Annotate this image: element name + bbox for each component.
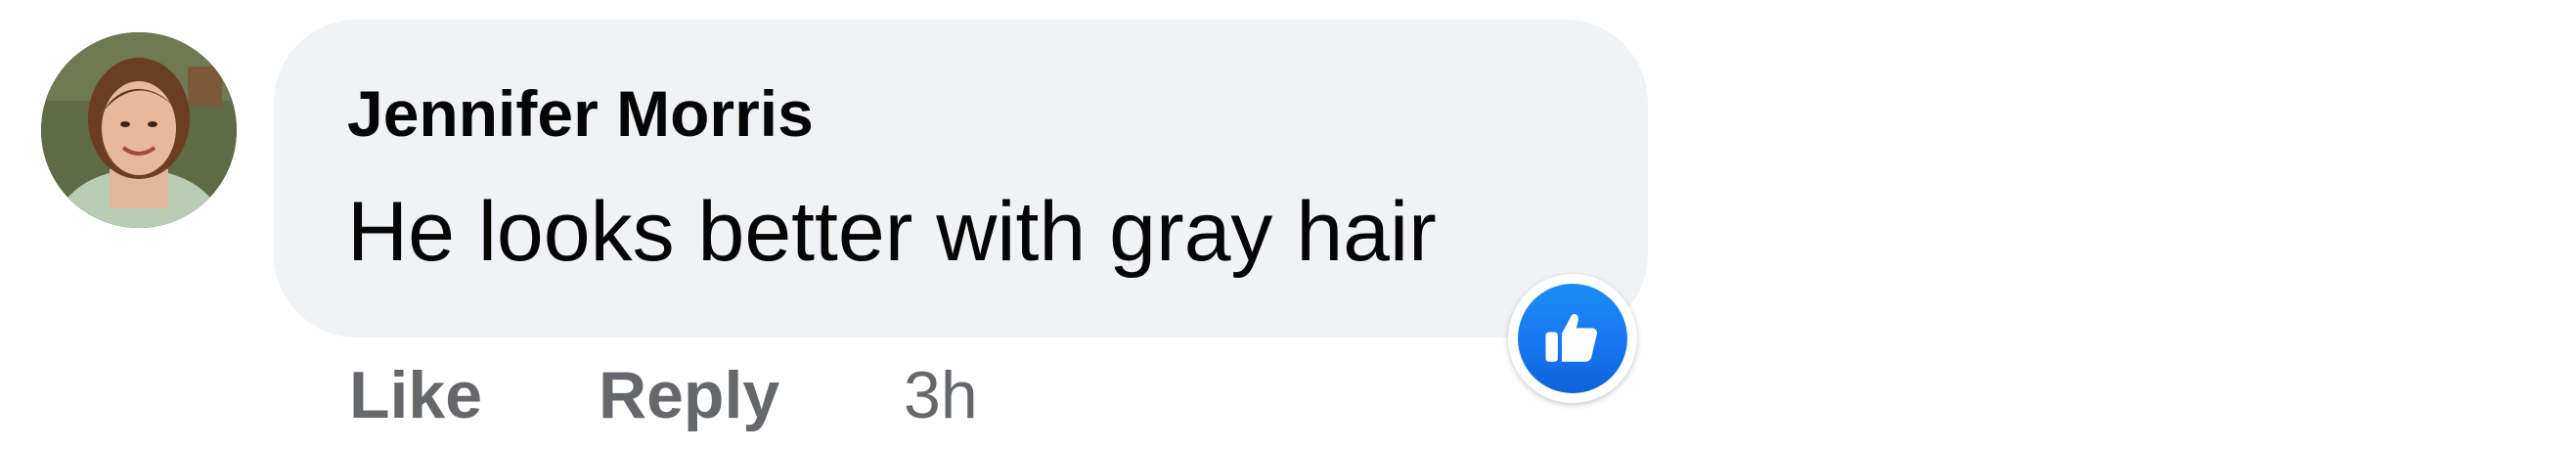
comment: Jennifer Morris He looks better with gra… (0, 0, 2576, 450)
thumbs-up-icon (1545, 314, 1598, 362)
comment-timestamp[interactable]: 3h (904, 357, 978, 433)
reaction-circle (1518, 284, 1627, 393)
comment-author[interactable]: Jennifer Morris (347, 76, 814, 151)
comment-text: He looks better with gray hair (347, 185, 1437, 279)
avatar[interactable] (41, 32, 237, 228)
comment-bubble: Jennifer Morris He looks better with gra… (274, 20, 1648, 338)
like-button[interactable]: Like (349, 357, 482, 433)
reaction-badge[interactable] (1508, 274, 1637, 403)
avatar-photo (41, 32, 237, 228)
reply-button[interactable]: Reply (599, 357, 779, 433)
